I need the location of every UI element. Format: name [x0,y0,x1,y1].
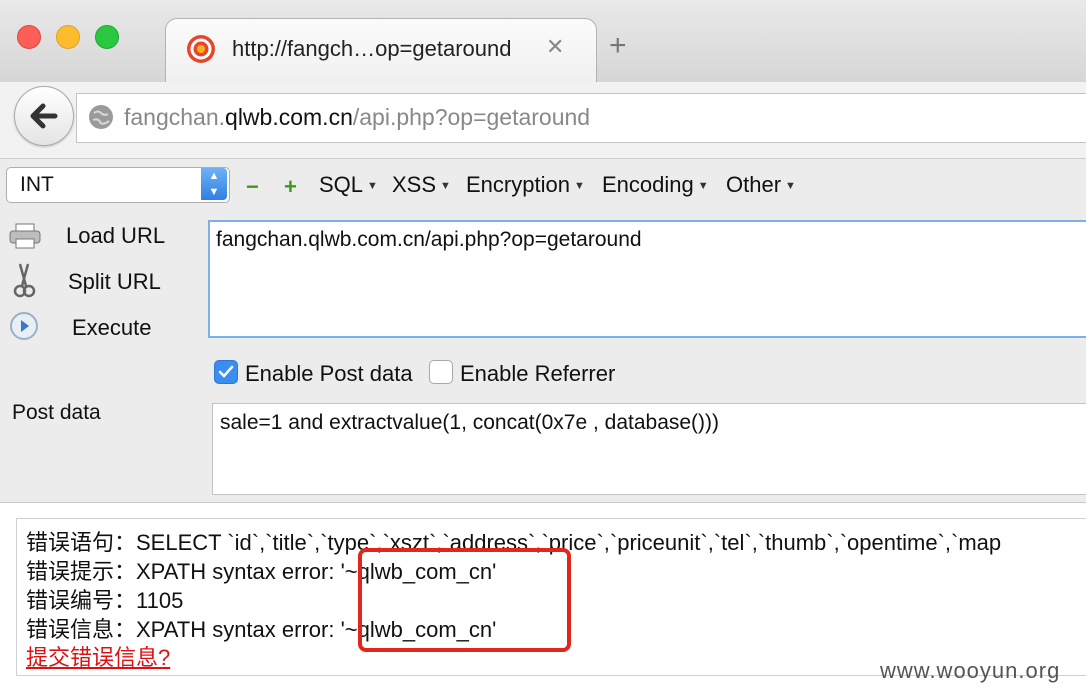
globe-icon [88,104,114,135]
menu-encryption[interactable]: Encryption ▼ [466,172,585,198]
minimize-window-button[interactable] [56,25,80,49]
error-code-line: 错误编号：1105 [26,588,184,613]
checkmark-icon [218,365,234,378]
close-window-button[interactable] [17,25,41,49]
back-button[interactable] [14,86,74,146]
enable-referrer-label[interactable]: Enable Referrer [460,361,615,387]
post-data-label: Post data [12,401,101,424]
menu-encoding[interactable]: Encoding ▼ [602,172,709,198]
play-icon[interactable] [9,311,39,346]
scissors-icon[interactable] [12,262,36,303]
address-text[interactable]: fangchan.qlwb.com.cn/api.php?op=getaroun… [124,104,590,131]
menu-other[interactable]: Other ▼ [726,172,796,198]
execute-button[interactable]: Execute [72,315,152,341]
split-url-button[interactable]: Split URL [68,269,161,295]
increment-button[interactable]: + [284,174,297,200]
arrow-left-icon [30,103,58,129]
site-favicon-icon [186,34,216,69]
watermark: www.wooyun.org [880,658,1061,683]
menu-sql[interactable]: SQL ▼ [319,172,378,198]
new-tab-button[interactable]: + [609,29,627,63]
post-data-value: sale=1 and extractvalue(1, concat(0x7e ,… [220,411,720,434]
menu-xss[interactable]: XSS ▼ [392,172,451,198]
url-textarea-value: fangchan.qlwb.com.cn/api.php?op=getaroun… [216,228,642,251]
zoom-window-button[interactable] [95,25,119,49]
type-select-value: INT [20,173,54,196]
enable-post-label[interactable]: Enable Post data [245,361,413,387]
printer-icon[interactable] [8,222,42,255]
highlight-annotation [358,548,571,652]
tab-close-icon[interactable]: ✕ [546,34,564,60]
decrement-button[interactable]: − [246,174,259,200]
load-url-button[interactable]: Load URL [66,223,165,249]
enable-post-checkbox[interactable] [214,360,238,384]
enable-referrer-checkbox[interactable] [429,360,453,384]
select-arrows-icon[interactable]: ▲ ▼ [201,168,227,200]
tab-title: http://fangch…op=getaround [232,36,512,61]
submit-error-link[interactable]: 提交错误信息? [26,640,170,672]
